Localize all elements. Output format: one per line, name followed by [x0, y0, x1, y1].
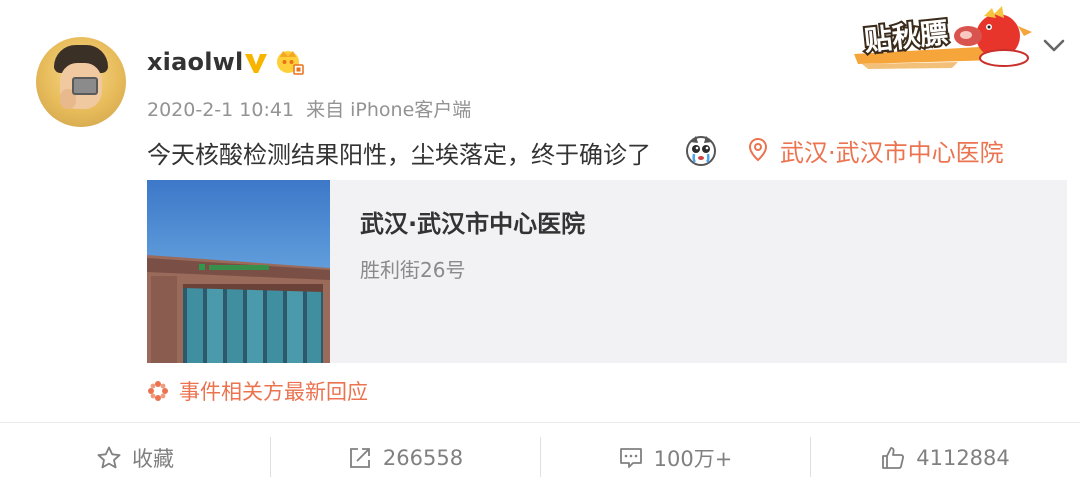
card-decoration: 贴秋膘: [848, 6, 1038, 72]
favorite-button[interactable]: 收藏: [0, 423, 270, 492]
hospital-building-image: [147, 255, 330, 363]
hospital-photo: [147, 180, 330, 363]
favorite-label: 收藏: [132, 446, 174, 471]
decoration-artwork: 贴秋膘: [854, 6, 1032, 69]
post-source: 来自 iPhone客户端: [306, 99, 472, 121]
comment-icon: [619, 447, 642, 468]
avatar-phone: [72, 77, 98, 95]
tearful-face-emoji: [686, 136, 716, 166]
card-address: 胜利街26号: [360, 258, 466, 282]
card-title: 武汉·武汉市中心医院: [360, 210, 586, 238]
location-label: 武汉·武汉市中心医院: [780, 138, 1004, 167]
chevron-down-icon[interactable]: [1040, 34, 1068, 56]
comment-button[interactable]: 100万+: [540, 423, 810, 492]
action-bar: 收藏 266558 100万+ 4112884: [0, 422, 1080, 492]
star-icon: [97, 446, 121, 468]
post-meta: 2020-2-1 10:41 来自 iPhone客户端: [147, 95, 477, 122]
event-response-label: 事件相关方最新回应: [179, 380, 368, 404]
event-response-link[interactable]: 事件相关方最新回应: [147, 376, 368, 406]
avatar[interactable]: [36, 37, 126, 127]
username[interactable]: xiaolwl: [147, 48, 243, 76]
comment-count: 100万+: [653, 446, 733, 471]
v-badge-icon[interactable]: [243, 50, 269, 76]
flower-icon: [148, 381, 168, 401]
like-button[interactable]: 4112884: [810, 423, 1080, 492]
location-pin-icon: [748, 138, 768, 162]
location-link[interactable]: 武汉·武汉市中心医院: [748, 134, 1004, 167]
post-date[interactable]: 2020-2-1 10:41: [147, 99, 294, 121]
repost-icon: [350, 447, 370, 468]
thumbs-up-icon: [882, 446, 905, 469]
vip-crown-icon[interactable]: [275, 47, 305, 77]
like-count: 4112884: [916, 445, 1010, 470]
location-card[interactable]: 武汉·武汉市中心医院 胜利街26号: [147, 180, 1067, 363]
post-text: 今天核酸检测结果阳性，尘埃落定，终于确诊了: [147, 141, 651, 169]
repost-count: 266558: [382, 445, 464, 470]
repost-button[interactable]: 266558: [270, 423, 540, 492]
